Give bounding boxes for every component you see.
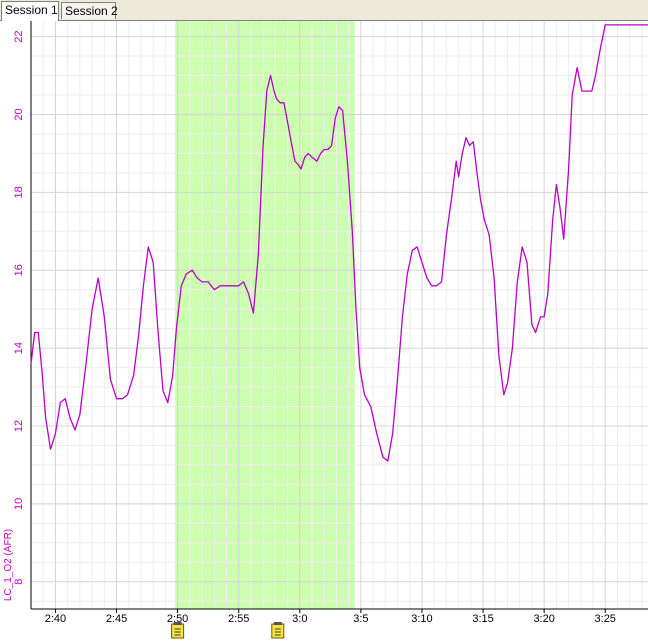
afr-line-chart: 810121416182022LC_1_O2 (AFR)2:40 2:45 2:50… (3, 21, 648, 639)
y-tick-label: 18 (13, 186, 25, 198)
x-tick-label: 3:10 (411, 613, 432, 625)
tab-session-1[interactable]: Session 1 (1, 1, 59, 21)
x-tick-label: 3:0 (292, 613, 307, 625)
y-tick-label: 12 (13, 420, 25, 432)
note-icon-body (271, 623, 285, 639)
note-icon-clip (273, 622, 282, 625)
note-icon (171, 622, 185, 639)
y-tick-label: 16 (13, 264, 25, 276)
x-tick-label: 3:15 (472, 613, 493, 625)
x-tick-label: 3:5 (353, 613, 368, 625)
x-tick-label: 2:55 (228, 613, 249, 625)
note-icon-body (171, 623, 185, 639)
y-tick-label: 14 (13, 342, 25, 354)
y-tick-label: 20 (13, 108, 25, 120)
y-tick-label: 8 (13, 579, 25, 585)
x-tick-label: 3:25 (595, 613, 616, 625)
x-tick-label: 3:20 (533, 613, 554, 625)
note-icon (271, 622, 285, 639)
y-tick-label: 22 (13, 30, 25, 42)
x-tick-label: 2:40 (45, 613, 66, 625)
y-tick-label: 10 (13, 498, 25, 510)
y-axis-title: LC_1_O2 (AFR) (3, 529, 14, 601)
x-tick-label: 2:45 (106, 613, 127, 625)
note-icon-clip (173, 622, 182, 625)
